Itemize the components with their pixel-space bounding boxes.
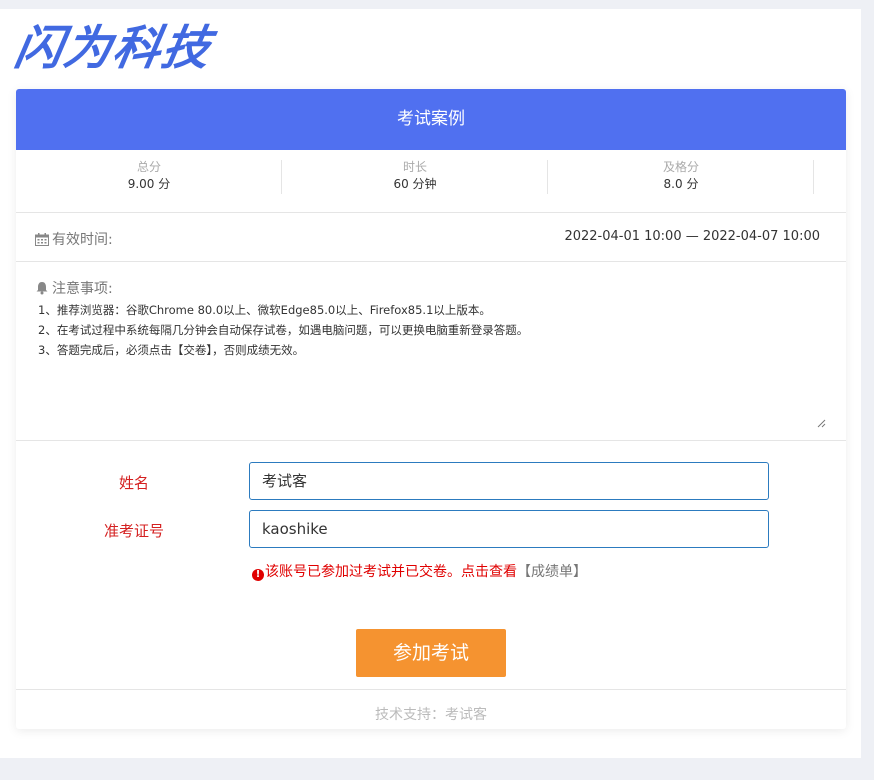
brand-logo: 闪为科技: [10, 21, 217, 76]
join-exam-button[interactable]: 参加考试: [356, 629, 506, 677]
notes-title-group: 注意事项:: [35, 278, 113, 298]
footer-support: 技术支持：考试客: [16, 689, 846, 730]
note-line: 2、在考试过程中系统每隔几分钟会自动保存试卷，如遇电脑问题，可以更换电脑重新登录…: [38, 323, 529, 337]
stat-value: 60 分钟: [393, 177, 437, 191]
note-line: 3、答题完成后，必须点击【交卷】，否则成绩无效。: [38, 343, 305, 357]
valid-time-row: 有效时间: 2022-04-01 10:00 — 2022-04-07 10:0…: [16, 213, 846, 262]
stat-label: 及格分: [662, 160, 699, 174]
exam-stats: 总分 9.00 分 时长 60 分钟 及格分 8.0 分: [16, 150, 846, 213]
name-row: 姓名 考试客: [16, 462, 846, 502]
submitted-warning: ! 该账号已参加过考试并已交卷。点击查看【成绩单】: [252, 561, 587, 581]
stat-label: 总分: [136, 160, 161, 174]
valid-time-label: 有效时间:: [52, 232, 113, 248]
name-input[interactable]: 考试客: [249, 462, 769, 500]
stat-value: 9.00 分: [127, 177, 171, 191]
valid-time-value: 2022-04-01 10:00 — 2022-04-07 10:00: [564, 229, 820, 244]
exam-title: 考试案例: [16, 89, 846, 150]
stat-total-score: 总分 9.00 分: [16, 150, 282, 212]
exam-id-label: 准考证号: [103, 522, 164, 540]
notes-textarea[interactable]: 注意事项: 1、推荐浏览器：谷歌Chrome 80.0以上、微软Edge85.0…: [16, 262, 846, 441]
notes-body: 1、推荐浏览器：谷歌Chrome 80.0以上、微软Edge85.0以上、Fir…: [38, 300, 528, 360]
score-sheet-link[interactable]: 【成绩单】: [517, 564, 587, 580]
stat-duration: 时长 60 分钟: [282, 150, 548, 212]
stat-label: 时长: [402, 160, 427, 174]
exam-id-row: 准考证号 kaoshike: [16, 510, 846, 550]
calendar-icon: [35, 233, 49, 246]
bell-icon: [36, 282, 48, 295]
notes-title: 注意事项:: [52, 281, 113, 297]
valid-time-label-group: 有效时间:: [35, 229, 113, 249]
resize-grip-icon[interactable]: [817, 419, 826, 428]
note-line: 1、推荐浏览器：谷歌Chrome 80.0以上、微软Edge85.0以上、Fir…: [38, 303, 491, 317]
warning-text: 该账号已参加过考试并已交卷。点击查看: [265, 564, 517, 580]
stat-value: 8.0 分: [663, 177, 699, 191]
name-label: 姓名: [118, 474, 149, 492]
exam-id-input[interactable]: kaoshike: [249, 510, 769, 548]
exam-card: 考试案例 总分 9.00 分 时长 60 分钟 及格分 8.0 分 有效时间: …: [16, 89, 846, 729]
stat-pass-score: 及格分 8.0 分: [548, 150, 814, 212]
exclamation-circle-icon: !: [252, 569, 264, 581]
page-background: 闪为科技 考试案例 总分 9.00 分 时长 60 分钟 及格分 8.0 分 有…: [0, 9, 861, 758]
